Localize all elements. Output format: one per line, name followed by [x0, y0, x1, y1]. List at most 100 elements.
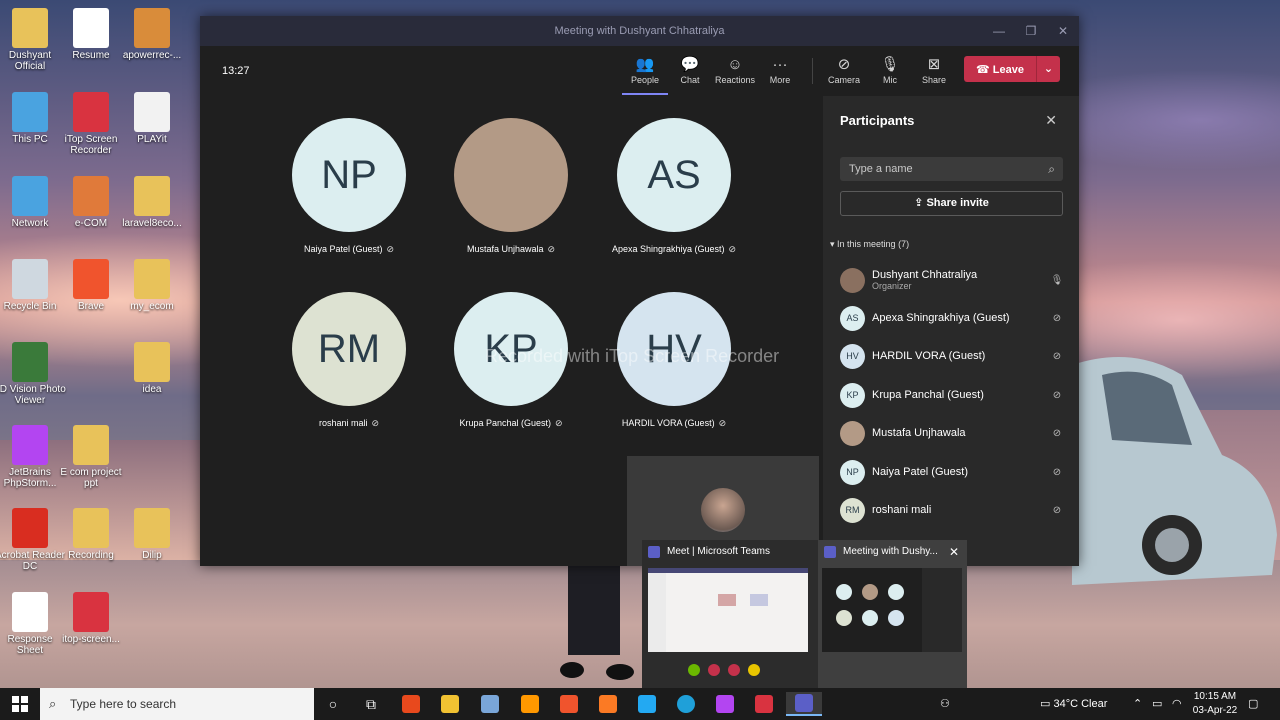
minimize-icon[interactable]: — — [983, 16, 1015, 46]
participant-row[interactable]: Mustafa Unjhawala ⊘ — [840, 420, 1065, 446]
people-tray-icon[interactable]: ⚇ — [940, 688, 950, 720]
participant-list-name: Naiya Patel (Guest) — [872, 466, 968, 478]
sublime-text-icon[interactable] — [512, 692, 548, 716]
photos-icon[interactable] — [472, 692, 508, 716]
laravel-folder-icon — [134, 176, 170, 216]
network-wifi-icon[interactable]: ◠ — [1172, 688, 1182, 720]
mic-control-icon[interactable] — [708, 664, 720, 676]
battery-icon[interactable]: ▭ — [1152, 688, 1162, 720]
meeting-toolbar: 13:27 👥 People 💬 Chat ☺ Reactions ··· Mo… — [200, 46, 1079, 96]
participant-row[interactable]: HV HARDIL VORA (Guest) ⊘ — [840, 343, 1065, 369]
desktop-icon-my-ecom-folder[interactable]: my_ecom — [116, 259, 188, 312]
participant-list-avatar: NP — [840, 459, 865, 485]
leave-control-icon[interactable] — [728, 664, 740, 676]
teams-taskbar-icon[interactable] — [786, 692, 822, 716]
reactions-button[interactable]: ☺ Reactions — [712, 55, 758, 85]
weather-text: 34°C Clear — [1053, 698, 1108, 710]
participants-title: Participants — [840, 113, 915, 128]
leave-label: Leave — [992, 63, 1024, 76]
reactions-icon: ☺ — [727, 56, 743, 73]
participant-name: Mustafa Unjhawala — [466, 244, 544, 254]
preview-card-meet[interactable]: Meet | Microsoft Teams — [642, 540, 818, 688]
participant-row[interactable]: KP Krupa Panchal (Guest) ⊘ — [840, 382, 1065, 408]
participant-search-input[interactable]: Type a name ⌕ — [840, 157, 1063, 181]
restore-icon[interactable]: ❐ — [1015, 16, 1047, 46]
close-window-icon[interactable]: ✕ — [1047, 16, 1079, 46]
desktop-icon-laravel-folder[interactable]: laravel8eco... — [116, 176, 188, 229]
desktop-icon-label: laravel8eco... — [122, 218, 182, 229]
participant-row[interactable]: RM roshani mali ⊘ — [840, 497, 1065, 523]
taskbar-search-box[interactable]: ⌕ Type here to search — [40, 688, 314, 720]
cortana-icon[interactable]: ○ — [315, 692, 351, 716]
brave-icon[interactable] — [551, 692, 587, 716]
camera-control-icon[interactable] — [688, 664, 700, 676]
close-panel-icon[interactable]: ✕ — [1045, 112, 1057, 129]
phpstorm-icon[interactable] — [707, 692, 743, 716]
file-explorer-icon[interactable] — [432, 692, 468, 716]
mic-muted-icon: ⊘ — [1052, 312, 1062, 324]
participant-row[interactable]: AS Apexa Shingrakhiya (Guest) ⊘ — [840, 305, 1065, 331]
mic-button[interactable]: 🎙 Mic — [867, 55, 913, 85]
participant-avatar: AS — [617, 118, 731, 232]
notifications-icon[interactable]: ▢ — [1248, 688, 1258, 720]
share-invite-button[interactable]: ⇪ Share invite — [840, 191, 1063, 216]
desktop-icon-playit-file[interactable]: PLAYit — [116, 92, 188, 145]
desktop-icon-3d-vision-viewer[interactable]: 3D Vision Photo Viewer — [0, 342, 66, 406]
edge-icon[interactable] — [668, 692, 704, 716]
itop-screen-installer-icon — [73, 592, 109, 632]
desktop-icon-label: apowerrec-... — [122, 50, 182, 61]
share-invite-label: Share invite — [926, 197, 989, 209]
participant-list-avatar — [840, 420, 865, 446]
preview-thumbnail-meeting — [822, 568, 962, 652]
itop-recorder-icon[interactable] — [746, 692, 782, 716]
participant-tile[interactable]: AS Apexa Shingrakhiya (Guest) ⊘ — [599, 118, 749, 255]
chat-icon: 💬 — [680, 56, 700, 73]
participant-row[interactable]: NP Naiya Patel (Guest) ⊘ — [840, 459, 1065, 485]
desktop-icon-ecom-project-ppt[interactable]: E com project ppt — [55, 425, 127, 489]
clock-date: 03-Apr-22 — [1192, 705, 1238, 716]
3d-vision-viewer-icon — [12, 342, 48, 382]
preview-card-meeting-title: Meeting with Dushy... — [843, 546, 938, 557]
vscode-icon[interactable] — [629, 692, 665, 716]
raise-hand-control-icon[interactable] — [748, 664, 760, 676]
this-pc-icon — [12, 92, 48, 132]
in-meeting-count: In this meeting (7) — [837, 239, 910, 249]
participant-tile[interactable]: Mustafa Unjhawala ⊘ — [436, 118, 586, 255]
task-view-icon[interactable]: ⧉ — [353, 692, 389, 716]
leave-button[interactable]: ☎ Leave ⌄ — [964, 56, 1060, 82]
reactions-label: Reactions — [714, 75, 756, 85]
desktop-icon-apowerrec-app[interactable]: apowerrec-... — [116, 8, 188, 61]
xampp-icon[interactable] — [590, 692, 626, 716]
search-icon: ⌕ — [49, 696, 57, 711]
people-button[interactable]: 👥 People — [622, 55, 668, 95]
leave-dropdown-chevron-icon[interactable]: ⌄ — [1036, 56, 1060, 82]
participant-avatar: RM — [292, 292, 406, 406]
taskbar-clock[interactable]: 10:15 AM 03-Apr-22 — [1190, 690, 1240, 718]
camera-button[interactable]: ⊘ Camera — [821, 55, 867, 85]
hang-up-icon: ☎ — [976, 63, 993, 76]
more-button[interactable]: ··· More — [757, 55, 803, 85]
participant-tile[interactable]: NP Naiya Patel (Guest) ⊘ — [274, 118, 424, 255]
participant-list-name: roshani mali — [872, 504, 932, 516]
in-meeting-section-toggle[interactable]: ▾ In this meeting (7) — [830, 239, 909, 250]
office-icon[interactable] — [393, 692, 429, 716]
desktop-icon-idea-folder[interactable]: idea — [116, 342, 188, 395]
wallpaper-person — [560, 560, 634, 680]
desktop-icon-dilip-folder[interactable]: Dilip — [116, 508, 188, 561]
preview-card-meeting[interactable]: Meeting with Dushy... ✕ — [818, 540, 967, 688]
weather-widget[interactable]: ▭ 34°C Clear — [1040, 688, 1107, 720]
mic-muted-icon: ⊘ — [547, 244, 556, 254]
chat-button[interactable]: 💬 Chat — [667, 55, 713, 85]
participants-panel: Participants ✕ Type a name ⌕ ⇪ Share inv… — [823, 96, 1079, 566]
desktop-icon-itop-screen-installer[interactable]: itop-screen... — [55, 592, 127, 645]
window-title: Meeting with Dushyant Chhatraliya — [554, 25, 725, 37]
close-preview-icon[interactable]: ✕ — [949, 540, 959, 564]
participant-row[interactable]: Dushyant Chhatraliya Organizer 🎙 — [840, 267, 1065, 293]
share-button[interactable]: ⊠ Share — [911, 55, 957, 85]
more-label: More — [769, 75, 791, 85]
windows-start-icon[interactable] — [12, 696, 28, 712]
acrobat-reader-icon — [12, 508, 48, 548]
camera-off-icon: ⊘ — [837, 56, 851, 73]
participant-tile[interactable]: RM roshani mali ⊘ — [274, 292, 424, 429]
show-hidden-icons-chevron-icon[interactable]: ⌃ — [1133, 688, 1142, 720]
